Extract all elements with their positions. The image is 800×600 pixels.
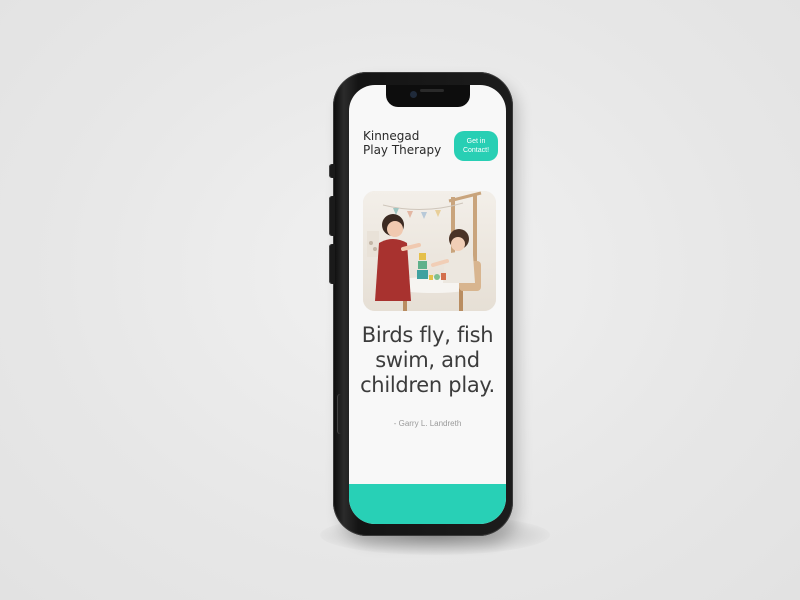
- phone-notch: [385, 85, 470, 107]
- front-camera-icon: [409, 91, 417, 98]
- hero-photo-illustration: [363, 191, 496, 311]
- mute-switch: [329, 164, 335, 178]
- get-in-contact-button[interactable]: Get in Contact!: [454, 131, 498, 161]
- brand-name[interactable]: Kinnegad Play Therapy: [363, 129, 447, 157]
- mockup-scene: Kinnegad Play Therapy Get in Contact! Bi…: [0, 0, 800, 600]
- quote-author: - Garry L. Landreth: [393, 419, 462, 428]
- speaker-grille: [419, 89, 444, 92]
- phone-screen: Kinnegad Play Therapy Get in Contact! Bi…: [349, 85, 506, 524]
- volume-down-button: [329, 244, 335, 284]
- volume-up-button: [329, 196, 335, 236]
- hero-photo: [363, 191, 496, 311]
- side-detail: [337, 394, 341, 434]
- footer-band: [349, 484, 506, 524]
- hero-quote: Birds fly, fish swim, and children play.: [360, 323, 495, 397]
- site-header: Kinnegad Play Therapy Get in Contact!: [363, 129, 498, 165]
- phone-device: Kinnegad Play Therapy Get in Contact! Bi…: [329, 72, 513, 536]
